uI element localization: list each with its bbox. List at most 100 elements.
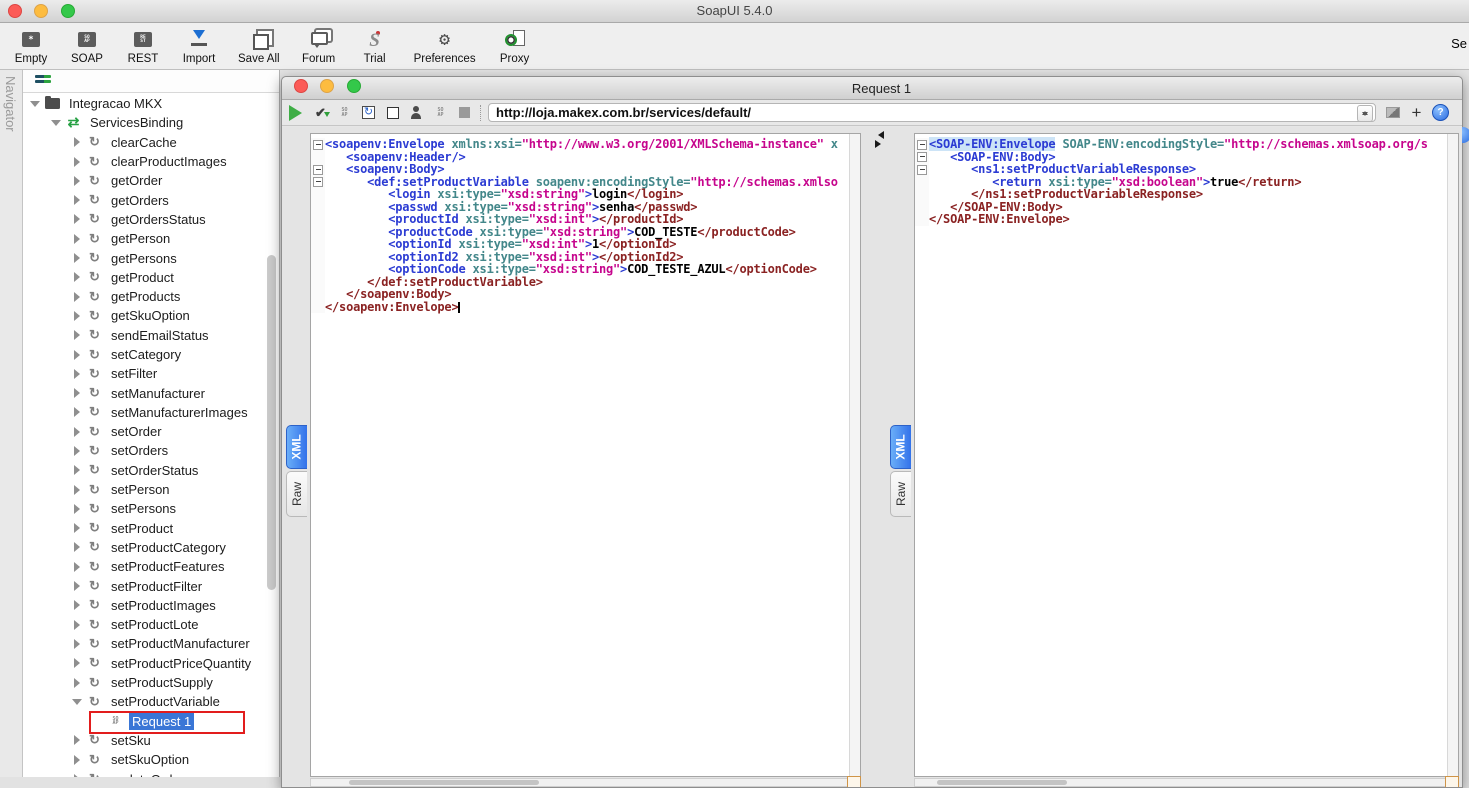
expander-closed-icon[interactable] bbox=[71, 503, 83, 515]
toolbar-proxy-button[interactable]: Proxy bbox=[498, 28, 532, 65]
expander-closed-icon[interactable] bbox=[71, 156, 83, 168]
tree-item-setSku[interactable]: ↻setSku bbox=[23, 731, 265, 750]
tree-item-sendEmailStatus[interactable]: ↻sendEmailStatus bbox=[23, 326, 265, 345]
request-vertical-scrollbar[interactable] bbox=[849, 134, 860, 776]
expander-closed-icon[interactable] bbox=[71, 291, 83, 303]
expander-closed-icon[interactable] bbox=[71, 445, 83, 457]
fold-minus-icon[interactable] bbox=[917, 165, 927, 175]
expander-closed-icon[interactable] bbox=[71, 541, 83, 553]
tree-item-setProductImages[interactable]: ↻setProductImages bbox=[23, 596, 265, 615]
fold-minus-icon[interactable] bbox=[313, 177, 323, 187]
tree-item-setProductSupply[interactable]: ↻setProductSupply bbox=[23, 673, 265, 692]
tree-item-getOrders[interactable]: ↻getOrders bbox=[23, 190, 265, 209]
tree-item-getPersons[interactable]: ↻getPersons bbox=[23, 248, 265, 267]
tree-item-getOrder[interactable]: ↻getOrder bbox=[23, 171, 265, 190]
tab-response-xml[interactable]: XML bbox=[890, 425, 911, 469]
help-question-icon[interactable] bbox=[1432, 104, 1449, 121]
tree-item-setOrders[interactable]: ↻setOrders bbox=[23, 441, 265, 460]
add-assertion-check-icon[interactable] bbox=[312, 104, 329, 121]
request-xml-editor[interactable]: <soapenv:Envelope xmlns:xsi="http://www.… bbox=[310, 133, 861, 777]
expander-closed-icon[interactable] bbox=[71, 310, 83, 322]
toolbar-trial-button[interactable]: STrial bbox=[358, 28, 392, 65]
expander-closed-icon[interactable] bbox=[71, 657, 83, 669]
tree-item-setPerson[interactable]: ↻setPerson bbox=[23, 480, 265, 499]
response-xml-editor[interactable]: <SOAP-ENV:Envelope SOAP-ENV:encodingStyl… bbox=[914, 133, 1459, 777]
expander-closed-icon[interactable] bbox=[71, 638, 83, 650]
fold-minus-icon[interactable] bbox=[313, 140, 323, 150]
tree-item-getOrdersStatus[interactable]: ↻getOrdersStatus bbox=[23, 210, 265, 229]
submit-request-play-icon[interactable] bbox=[288, 104, 305, 121]
navigator-side-strip[interactable]: Navigator bbox=[0, 70, 23, 777]
toolbar-saveall-button[interactable]: Save All bbox=[238, 28, 280, 65]
expander-closed-icon[interactable] bbox=[71, 619, 83, 631]
fold-minus-icon[interactable] bbox=[313, 165, 323, 175]
expander-closed-icon[interactable] bbox=[71, 522, 83, 534]
gray-square-icon[interactable] bbox=[456, 104, 473, 121]
expander-closed-icon[interactable] bbox=[71, 252, 83, 264]
tree-item-setPersons[interactable]: ↻setPersons bbox=[23, 499, 265, 518]
endpoint-stepper-icon[interactable] bbox=[1357, 105, 1373, 122]
toolbar-import-button[interactable]: Import bbox=[182, 28, 216, 65]
toolbar-soap-button[interactable]: SO APSOAP bbox=[70, 28, 104, 65]
response-vertical-scrollbar[interactable] bbox=[1447, 134, 1458, 776]
expander-closed-icon[interactable] bbox=[71, 406, 83, 418]
request-horizontal-scrollbar[interactable] bbox=[310, 778, 861, 787]
expander-closed-icon[interactable] bbox=[71, 213, 83, 225]
expander-closed-icon[interactable] bbox=[71, 426, 83, 438]
expander-closed-icon[interactable] bbox=[71, 194, 83, 206]
expander-open-icon[interactable] bbox=[50, 117, 62, 129]
tree-item-getSkuOption[interactable]: ↻getSkuOption bbox=[23, 306, 265, 325]
expander-closed-icon[interactable] bbox=[71, 349, 83, 361]
expander-closed-icon[interactable] bbox=[71, 271, 83, 283]
tab-request-xml[interactable]: XML bbox=[286, 425, 307, 469]
expander-open-icon[interactable] bbox=[71, 696, 83, 708]
stop-square-icon[interactable] bbox=[384, 104, 401, 121]
tree-item-setManufacturerImages[interactable]: ↻setManufacturerImages bbox=[23, 403, 265, 422]
tree-item-setProduct[interactable]: ↻setProduct bbox=[23, 519, 265, 538]
tree-item-ServicesBinding[interactable]: ⇄ServicesBinding bbox=[23, 113, 265, 132]
split-pane-toggle-icon[interactable] bbox=[872, 130, 884, 148]
tree-item-getProducts[interactable]: ↻getProducts bbox=[23, 287, 265, 306]
request-window-titlebar[interactable]: Request 1 bbox=[282, 77, 1462, 100]
tab-response-raw[interactable]: Raw bbox=[890, 471, 911, 517]
toolbar-preferences-button[interactable]: ⚙Preferences bbox=[414, 28, 476, 65]
fold-minus-icon[interactable] bbox=[917, 140, 927, 150]
tree-item-getProduct[interactable]: ↻getProduct bbox=[23, 268, 265, 287]
fold-minus-icon[interactable] bbox=[917, 152, 927, 162]
expander-closed-icon[interactable] bbox=[71, 387, 83, 399]
tree-item-setProductLote[interactable]: ↻setProductLote bbox=[23, 615, 265, 634]
tree-item-setProductFilter[interactable]: ↻setProductFilter bbox=[23, 576, 265, 595]
tree-item-clearProductImages[interactable]: ↻clearProductImages bbox=[23, 152, 265, 171]
expander-closed-icon[interactable] bbox=[71, 484, 83, 496]
expander-closed-icon[interactable] bbox=[71, 580, 83, 592]
soap-document-icon[interactable] bbox=[336, 104, 353, 121]
expander-closed-icon[interactable] bbox=[71, 175, 83, 187]
expander-closed-icon[interactable] bbox=[71, 599, 83, 611]
tree-item-updateOrder[interactable]: ↻updateOrder bbox=[23, 769, 265, 777]
expander-open-icon[interactable] bbox=[29, 98, 41, 110]
tree-item-setProductManufacturer[interactable]: ↻setProductManufacturer bbox=[23, 634, 265, 653]
recreate-request-icon[interactable] bbox=[360, 104, 377, 121]
tree-item-setProductPriceQuantity[interactable]: ↻setProductPriceQuantity bbox=[23, 654, 265, 673]
tab-layout-icon[interactable] bbox=[1384, 104, 1401, 121]
expander-closed-icon[interactable] bbox=[71, 734, 83, 746]
navigator-scrollbar[interactable] bbox=[267, 255, 276, 590]
tree-item-setProductCategory[interactable]: ↻setProductCategory bbox=[23, 538, 265, 557]
endpoint-url-input[interactable] bbox=[488, 103, 1376, 122]
response-horizontal-scrollbar[interactable] bbox=[914, 778, 1459, 787]
expander-closed-icon[interactable] bbox=[71, 329, 83, 341]
tree-item-setOrderStatus[interactable]: ↻setOrderStatus bbox=[23, 461, 265, 480]
tree-item-setProductFeatures[interactable]: ↻setProductFeatures bbox=[23, 557, 265, 576]
add-tab-plus-icon[interactable] bbox=[1408, 104, 1425, 121]
tree-options-icon[interactable] bbox=[35, 75, 51, 86]
tree-item-clearCache[interactable]: ↻clearCache bbox=[23, 133, 265, 152]
toolbar-rest-button[interactable]: RE STREST bbox=[126, 28, 160, 65]
person-icon[interactable] bbox=[408, 104, 425, 121]
tree-item-Integracao-MKX[interactable]: Integracao MKX bbox=[23, 94, 265, 113]
tree-item-setSkuOption[interactable]: ↻setSkuOption bbox=[23, 750, 265, 769]
tree-item-Request-1[interactable]: SO APRequest 1 bbox=[23, 712, 265, 731]
expander-closed-icon[interactable] bbox=[71, 754, 83, 766]
expander-closed-icon[interactable] bbox=[71, 677, 83, 689]
toolbar-empty-button[interactable]: *Empty bbox=[14, 28, 48, 65]
expander-closed-icon[interactable] bbox=[71, 368, 83, 380]
